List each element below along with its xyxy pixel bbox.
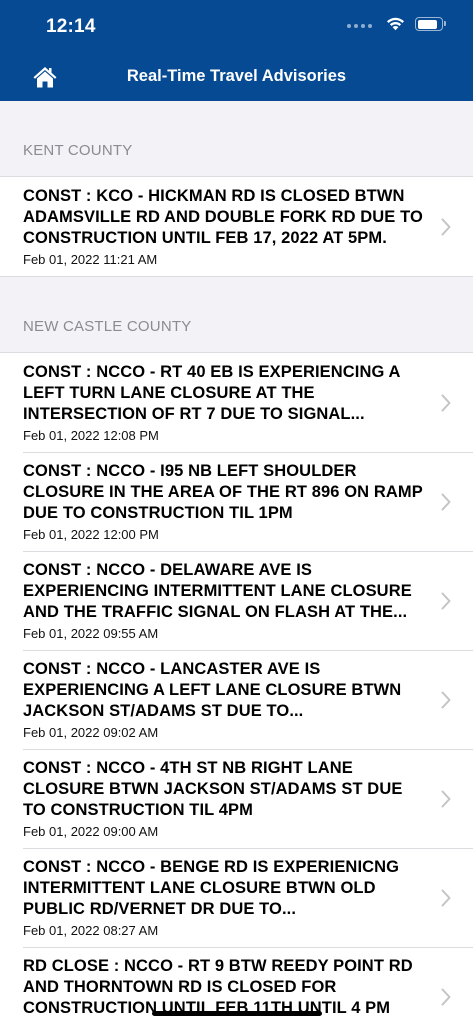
advisory-title: Const : NCCO - RT 40 EB IS EXPERIENCING …	[23, 363, 400, 423]
battery-icon	[415, 17, 446, 31]
advisory-title: Const : NCCO - LANCASTER AVE IS EXPERIEN…	[23, 660, 402, 720]
advisory-list: KENT COUNTY Const : KCO - HICKMAN RD IS C…	[0, 101, 473, 1024]
advisory-group: Const : KCO - HICKMAN RD IS CLOSED BTWN …	[0, 176, 473, 277]
chevron-right-icon	[441, 218, 451, 235]
navigation-bar: Real-Time Travel Advisories	[0, 52, 473, 101]
chevron-right-icon	[441, 790, 451, 807]
advisory-row[interactable]: Const : NCCO - RT 40 EB IS EXPERIENCING …	[0, 353, 473, 452]
wifi-icon	[387, 17, 404, 31]
advisory-group: Const : NCCO - RT 40 EB IS EXPERIENCING …	[0, 352, 473, 1024]
advisory-date: Feb 01, 2022 09:00 AM	[23, 824, 159, 839]
section-header: KENT COUNTY	[23, 142, 133, 159]
section-header: NEW CASTLE COUNTY	[23, 318, 192, 335]
advisory-title: Const : NCCO - DELAWARE AVE IS EXPERIENC…	[23, 561, 412, 621]
advisory-row[interactable]: Const : NCCO - DELAWARE AVE IS EXPERIENC…	[0, 551, 473, 650]
advisory-date: Feb 01, 2022 09:55 AM	[23, 626, 159, 641]
chevron-right-icon	[441, 493, 451, 510]
chevron-right-icon	[441, 988, 451, 1005]
advisory-date: Feb 01, 2022 08:27 AM	[23, 923, 159, 938]
advisory-title: Const : NCCO - BENGE RD IS EXPERIENICNG …	[23, 858, 400, 918]
status-time: 12:14	[46, 16, 96, 37]
status-bar: 12:14	[0, 0, 473, 52]
advisory-date: Feb 01, 2022 09:02 AM	[23, 725, 159, 740]
chevron-right-icon	[441, 691, 451, 708]
chevron-right-icon	[441, 394, 451, 411]
chevron-right-icon	[441, 592, 451, 609]
advisory-row[interactable]: Const : NCCO - 4TH ST NB RIGHT LANE CLOS…	[0, 749, 473, 848]
advisory-title: Const : KCO - HICKMAN RD IS CLOSED BTWN …	[23, 187, 423, 247]
advisory-title: Const : NCCO - 4TH ST NB RIGHT LANE CLOS…	[23, 759, 403, 819]
advisory-row[interactable]: Const : NCCO - BENGE RD IS EXPERIENICNG …	[0, 848, 473, 947]
cellular-signal-icon	[347, 24, 372, 28]
page-title: Real-Time Travel Advisories	[126, 67, 347, 85]
advisory-row[interactable]: Const : NCCO - I95 NB LEFT SHOULDER CLOS…	[0, 452, 473, 551]
advisory-date: Feb 01, 2022 11:21 AM	[23, 252, 158, 267]
home-indicator[interactable]	[152, 1011, 322, 1016]
advisory-title: Rd Close : NCCO - RT 9 BTW REEDY POINT R…	[23, 957, 413, 1017]
chevron-right-icon	[441, 889, 451, 906]
battery-level	[417, 19, 438, 29]
status-icons	[347, 17, 446, 31]
advisory-row[interactable]: Const : KCO - HICKMAN RD IS CLOSED BTWN …	[0, 177, 473, 276]
app-screen: 12:14 Real-Time Travel Advisories KENT C…	[0, 0, 473, 1024]
advisory-date: Feb 01, 2022 12:08 PM	[23, 428, 159, 443]
advisory-title: Const : NCCO - I95 NB LEFT SHOULDER CLOS…	[23, 462, 423, 522]
advisory-date: Feb 01, 2022 12:00 PM	[23, 527, 159, 542]
advisory-row[interactable]: Const : NCCO - LANCASTER AVE IS EXPERIEN…	[0, 650, 473, 749]
